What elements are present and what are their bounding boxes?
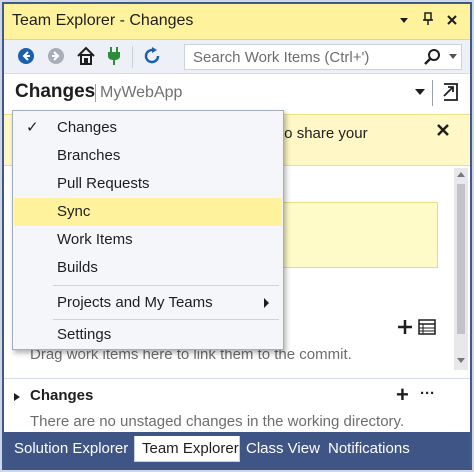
menu-item-work-items[interactable]: Work Items [14, 226, 282, 254]
back-icon[interactable] [14, 44, 38, 68]
page-title[interactable]: Changes [15, 81, 95, 103]
window-title: Team Explorer - Changes [12, 12, 194, 29]
vertical-scrollbar[interactable] [454, 168, 468, 370]
search-work-items-field[interactable]: Search Work Items (Ctrl+') [184, 44, 462, 70]
menu-item-branches[interactable]: Branches [14, 142, 282, 170]
banner-text-rest: to share your [275, 125, 368, 142]
menu-item-settings[interactable]: Settings [14, 321, 282, 349]
changes-section: Changes + ··· There are no unstaged chan… [4, 378, 470, 432]
pop-out-icon[interactable] [440, 81, 460, 108]
project-name: MyWebApp [100, 84, 183, 101]
toolbar: Search Work Items (Ctrl+') [4, 40, 470, 74]
pin-icon[interactable] [418, 11, 438, 31]
search-placeholder: Search Work Items (Ctrl+') [193, 49, 370, 66]
no-changes-message: There are no unstaged changes in the wor… [30, 413, 405, 430]
menu-item-label: Work Items [57, 231, 133, 248]
tab-label: Team Explorer [142, 440, 239, 457]
scroll-down-arrow-icon[interactable] [457, 358, 465, 363]
tab-label: Class View [246, 440, 320, 457]
scroll-up-arrow-icon[interactable] [457, 172, 465, 177]
menu-item-label: Sync [57, 203, 91, 220]
menu-item-label: Changes [57, 119, 118, 136]
menu-separator [53, 285, 279, 286]
more-options-icon[interactable]: ··· [420, 385, 435, 402]
menu-separator [53, 319, 279, 320]
changes-section-title[interactable]: Changes [30, 387, 93, 404]
add-work-item-icon[interactable] [396, 318, 414, 341]
header-vertical-divider [432, 80, 433, 106]
page-selector-chevron-icon[interactable] [415, 89, 425, 95]
tab-notifications[interactable]: Notifications [328, 436, 418, 462]
expand-collapse-icon[interactable] [14, 393, 20, 401]
page-header: Changes MyWebApp [4, 74, 470, 110]
menu-item-label: Pull Requests [57, 175, 150, 192]
navigation-dropdown-menu: ✓ Changes Branches Pull Requests Sync Wo… [12, 110, 284, 350]
search-options-chevron-icon[interactable] [449, 54, 457, 59]
tab-label: Solution Explorer [14, 440, 129, 457]
forward-icon[interactable] [44, 44, 68, 68]
tab-solution-explorer[interactable]: Solution Explorer [14, 436, 134, 462]
scrollbar-thumb[interactable] [457, 184, 465, 334]
menu-item-label: Branches [57, 147, 121, 164]
menu-item-sync[interactable]: Sync [14, 198, 282, 226]
queries-list-icon[interactable] [418, 318, 436, 341]
window-dropdown-icon[interactable] [394, 11, 414, 31]
close-banner-icon[interactable] [436, 121, 450, 142]
related-work-items-actions [394, 318, 438, 340]
tab-team-explorer[interactable]: Team Explorer [134, 436, 240, 462]
menu-item-label: Projects and My Teams [57, 294, 213, 311]
menu-item-label: Settings [57, 326, 112, 343]
home-icon[interactable] [74, 44, 98, 68]
toolbar-separator [132, 46, 133, 68]
close-window-icon[interactable] [442, 11, 462, 31]
menu-item-changes[interactable]: ✓ Changes [14, 114, 282, 142]
header-divider [95, 84, 96, 102]
submenu-arrow-icon [264, 298, 269, 308]
add-change-icon[interactable]: + [396, 382, 409, 408]
commit-message-box[interactable] [274, 202, 438, 268]
search-icon[interactable] [423, 48, 441, 71]
tab-class-view[interactable]: Class View [246, 436, 322, 462]
title-bar[interactable]: Team Explorer - Changes [4, 4, 470, 40]
menu-item-pull-requests[interactable]: Pull Requests [14, 170, 282, 198]
menu-item-builds[interactable]: Builds [14, 254, 282, 282]
checkmark-icon: ✓ [26, 119, 39, 136]
menu-item-projects-and-my-teams[interactable]: Projects and My Teams [14, 289, 282, 317]
tab-label: Notifications [328, 440, 410, 457]
refresh-icon[interactable] [140, 44, 164, 68]
menu-item-label: Builds [57, 259, 98, 276]
connect-plug-icon[interactable] [102, 44, 126, 68]
team-explorer-window: Team Explorer - Changes Search Work Item… [2, 2, 472, 470]
tool-window-tabs: Solution Explorer Team Explorer Class Vi… [4, 432, 470, 470]
